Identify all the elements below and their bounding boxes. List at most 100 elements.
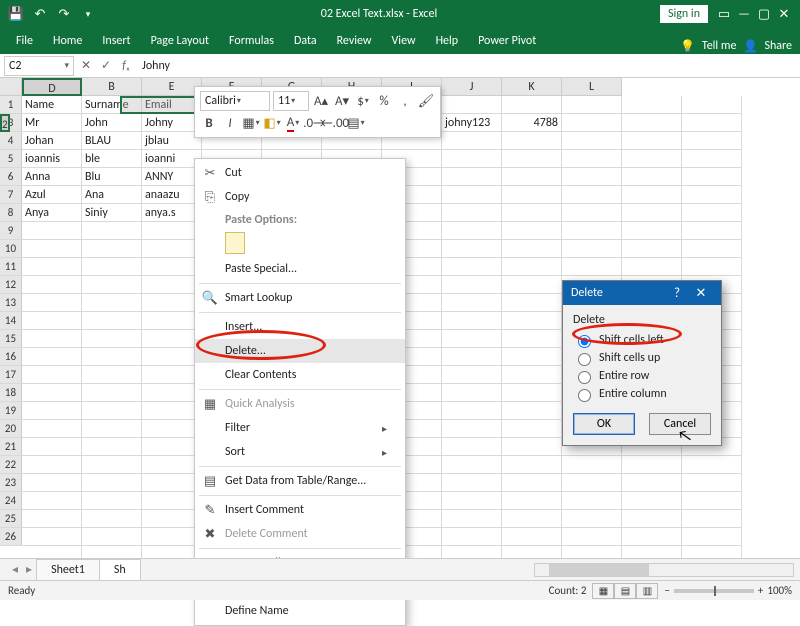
cell[interactable]: ANNY — [142, 168, 202, 186]
confirm-entry-icon[interactable]: ✓ — [96, 58, 116, 73]
row-header[interactable]: 5 — [0, 150, 22, 168]
tab-file[interactable]: File — [6, 30, 43, 54]
cell[interactable] — [442, 132, 502, 150]
column-header[interactable]: L — [562, 78, 622, 96]
cell[interactable] — [142, 348, 202, 366]
cell[interactable] — [142, 384, 202, 402]
row-header[interactable]: 12 — [0, 276, 22, 294]
cell[interactable] — [142, 222, 202, 240]
cell[interactable] — [562, 492, 622, 510]
row-header[interactable]: 22 — [0, 456, 22, 474]
cell[interactable] — [622, 222, 682, 240]
cell[interactable] — [502, 384, 562, 402]
cell[interactable] — [502, 294, 562, 312]
cell[interactable] — [502, 312, 562, 330]
radio-shift-cells-left[interactable]: Shift cells left — [573, 331, 711, 349]
ok-button[interactable]: OK — [573, 413, 635, 435]
cell[interactable] — [502, 132, 562, 150]
cell[interactable]: Name — [22, 96, 82, 114]
cell[interactable] — [622, 456, 682, 474]
radio-entire-column[interactable]: Entire column — [573, 385, 711, 403]
cell[interactable] — [442, 168, 502, 186]
cell[interactable] — [442, 456, 502, 474]
name-box-dropdown-icon[interactable]: ▾ — [64, 60, 69, 71]
cell[interactable] — [502, 402, 562, 420]
cancel-entry-icon[interactable]: ✕ — [76, 58, 96, 73]
cell[interactable] — [562, 96, 622, 114]
row-header[interactable]: 10 — [0, 240, 22, 258]
paste-options[interactable] — [195, 229, 405, 257]
cell[interactable]: Surname — [82, 96, 142, 114]
cell[interactable] — [22, 402, 82, 420]
menu-get-data[interactable]: ▤Get Data from Table/Range... — [195, 469, 405, 493]
cell[interactable] — [442, 312, 502, 330]
bold-icon[interactable]: B — [200, 114, 218, 132]
cell[interactable]: Johny — [142, 114, 202, 132]
cell[interactable] — [82, 420, 142, 438]
row-header[interactable]: 15 — [0, 330, 22, 348]
menu-sort[interactable]: Sort▸ — [195, 440, 405, 464]
menu-define-name[interactable]: Define Name — [195, 599, 405, 623]
cell[interactable] — [142, 240, 202, 258]
cell[interactable] — [442, 348, 502, 366]
cell[interactable] — [82, 330, 142, 348]
cell[interactable] — [142, 510, 202, 528]
sheet-tab-active[interactable]: Sh — [99, 559, 141, 580]
cell[interactable] — [22, 546, 82, 558]
zoom-out-icon[interactable]: − — [664, 584, 669, 597]
minimize-icon[interactable]: — — [734, 3, 754, 25]
cell[interactable] — [562, 456, 622, 474]
cell[interactable] — [562, 114, 622, 132]
cell[interactable] — [82, 348, 142, 366]
cell[interactable] — [562, 510, 622, 528]
font-color-icon[interactable]: A▾ — [284, 114, 302, 132]
row-header[interactable]: 8 — [0, 204, 22, 222]
cell[interactable] — [682, 528, 742, 546]
cell[interactable] — [682, 132, 742, 150]
cell[interactable] — [682, 492, 742, 510]
radio-entire-row[interactable]: Entire row — [573, 367, 711, 385]
menu-paste-special[interactable]: Paste Special... — [195, 257, 405, 281]
cell[interactable] — [502, 492, 562, 510]
cell[interactable] — [82, 222, 142, 240]
cell[interactable] — [682, 474, 742, 492]
cell[interactable] — [22, 438, 82, 456]
dialog-title-bar[interactable]: Delete ? ✕ — [563, 281, 721, 305]
cell[interactable] — [142, 456, 202, 474]
redo-icon[interactable]: ↷ — [54, 3, 74, 25]
cell[interactable] — [82, 258, 142, 276]
cell[interactable] — [442, 528, 502, 546]
row-header[interactable]: 1 — [0, 96, 22, 114]
row-header[interactable]: 25 — [0, 510, 22, 528]
cell[interactable]: anaazu — [142, 186, 202, 204]
cell[interactable] — [82, 276, 142, 294]
cell[interactable] — [82, 546, 142, 558]
cell[interactable] — [502, 474, 562, 492]
cell[interactable] — [22, 294, 82, 312]
cell[interactable]: Anya — [22, 204, 82, 222]
cell[interactable] — [502, 258, 562, 276]
cell[interactable] — [142, 294, 202, 312]
cell[interactable] — [622, 132, 682, 150]
cell[interactable]: johny123 — [442, 114, 502, 132]
cell[interactable] — [682, 204, 742, 222]
formula-bar[interactable]: Johny — [136, 59, 800, 73]
cell[interactable] — [622, 168, 682, 186]
percent-format-icon[interactable]: % — [375, 92, 393, 110]
cell[interactable] — [442, 366, 502, 384]
cell[interactable] — [442, 402, 502, 420]
font-size-box[interactable]: 11▾ — [273, 91, 309, 111]
cell[interactable] — [682, 150, 742, 168]
tab-page-layout[interactable]: Page Layout — [141, 30, 219, 54]
borders-icon[interactable]: ▦▾ — [242, 114, 260, 132]
cell[interactable] — [142, 258, 202, 276]
tab-help[interactable]: Help — [426, 30, 469, 54]
cell[interactable]: John — [82, 114, 142, 132]
tab-formulas[interactable]: Formulas — [219, 30, 284, 54]
cell[interactable] — [442, 474, 502, 492]
accounting-format-icon[interactable]: $▾ — [354, 92, 372, 110]
row-header[interactable]: 20 — [0, 420, 22, 438]
cell[interactable] — [142, 366, 202, 384]
cell[interactable] — [682, 186, 742, 204]
cell[interactable] — [622, 258, 682, 276]
